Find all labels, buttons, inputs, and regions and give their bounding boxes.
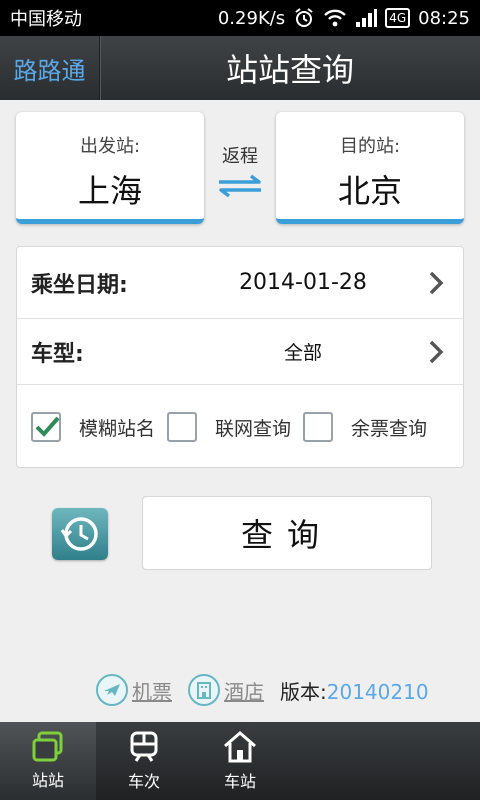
flight-ticket-link[interactable]: 机票 (96, 674, 172, 706)
tab-label: 车站 (223, 772, 256, 791)
network-speed: 0.29K/s (217, 7, 286, 29)
chevron-right-icon (429, 271, 444, 294)
history-button[interactable] (52, 508, 108, 560)
station-to-station-icon (32, 731, 63, 762)
status-time: 08:25 (418, 7, 470, 29)
swap-arrows-icon (219, 174, 261, 198)
signal-icon (355, 8, 378, 28)
airplane-icon (96, 674, 128, 706)
version-number: 20140210 (326, 679, 429, 704)
date-value: 2014-01-28 (239, 270, 367, 295)
destination-value: 北京 (337, 172, 402, 210)
online-query-checkbox[interactable]: 联网查询 (167, 412, 291, 442)
back-button[interactable]: 路路通 (0, 36, 100, 100)
tab-label: 站站 (31, 771, 64, 790)
page-title: 站站查询 (225, 51, 354, 89)
departure-value: 上海 (77, 172, 142, 210)
app-version: 版本:20140210 (280, 676, 429, 705)
fuzzy-station-checkbox[interactable]: 模糊站名 (31, 412, 155, 442)
tab-label: 车次 (127, 772, 160, 791)
train-icon (130, 731, 158, 762)
query-options-panel: 乘坐日期: 2014-01-28 车型: 全部 模糊站名 联网查询 余票查询 (16, 246, 464, 468)
destination-station-card[interactable]: 目的站: 北京 (276, 112, 464, 224)
bottom-tab-bar: 站站 车次 车站 (0, 722, 480, 800)
checkbox-unchecked[interactable] (303, 412, 334, 442)
carrier-name: 中国移动 (10, 9, 82, 30)
status-bar: 中国移动 0.29K/s 4G 08:25 (0, 0, 480, 36)
swap-stations-button[interactable]: 返程 (204, 142, 276, 202)
tab-train-number[interactable]: 车次 (96, 722, 192, 800)
footer-links: 机票 酒店 版本:20140210 (96, 672, 468, 708)
wifi-icon (323, 8, 347, 28)
checkmark-icon (35, 416, 60, 437)
station-selector: 出发站: 上海 返程 目的站: 北京 (16, 112, 464, 228)
hotel-label: 酒店 (224, 679, 264, 704)
date-row[interactable]: 乘坐日期: 2014-01-28 (17, 247, 463, 319)
train-type-label: 车型: (31, 341, 84, 367)
checkbox-unchecked[interactable] (167, 412, 198, 442)
departure-station-card[interactable]: 出发站: 上海 (16, 112, 204, 224)
online-query-label: 联网查询 (215, 417, 292, 440)
checkbox-checked[interactable] (31, 412, 61, 442)
title-bar: 路路通 站站查询 (0, 36, 480, 100)
home-icon (224, 731, 256, 763)
train-type-value: 全部 (283, 342, 322, 364)
fuzzy-station-label: 模糊站名 (79, 417, 156, 440)
remaining-tickets-label: 余票查询 (351, 417, 428, 440)
remaining-tickets-checkbox[interactable]: 余票查询 (303, 412, 427, 442)
network-type-badge: 4G (385, 8, 411, 28)
version-label: 版本: (280, 679, 327, 704)
flight-ticket-label: 机票 (132, 679, 172, 704)
train-type-row[interactable]: 车型: 全部 (17, 319, 463, 385)
alarm-icon (293, 7, 315, 29)
filter-row: 模糊站名 联网查询 余票查询 (17, 385, 463, 469)
swap-label: 返程 (222, 146, 258, 167)
tab-station[interactable]: 车站 (192, 722, 288, 800)
history-clock-icon (60, 517, 98, 551)
query-button[interactable]: 查询 (142, 496, 432, 570)
hotel-link[interactable]: 酒店 (188, 674, 264, 706)
destination-label: 目的站: (339, 136, 401, 157)
hotel-icon (188, 674, 220, 706)
departure-label: 出发站: (79, 136, 141, 157)
date-label: 乘坐日期: (31, 272, 128, 298)
tab-station-to-station[interactable]: 站站 (0, 722, 96, 800)
chevron-right-icon (429, 340, 444, 363)
